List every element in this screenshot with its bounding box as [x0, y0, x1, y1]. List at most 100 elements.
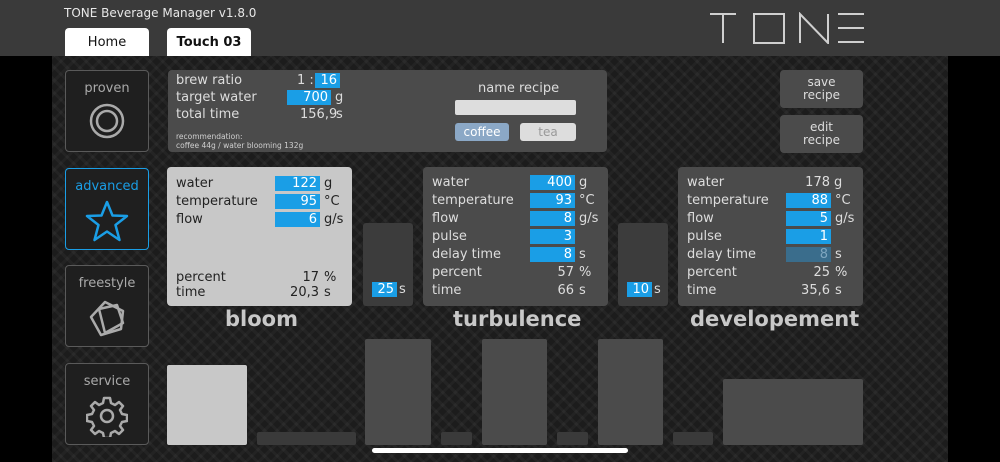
bloom-temp-input[interactable]: 95 [275, 194, 320, 209]
tea-toggle[interactable]: tea [520, 123, 576, 141]
development-profile-bar[interactable] [723, 379, 863, 445]
delay-column-1[interactable]: 25 s [363, 223, 413, 306]
turb-percent-label: percent [432, 265, 482, 280]
total-time-label: total time [176, 107, 240, 122]
dev-flow-input[interactable]: 5 [786, 211, 831, 226]
turbulence-panel[interactable]: water 400 g temperature 93 °C flow 8 g/s… [423, 167, 608, 306]
bloom-time-label: time [176, 285, 206, 300]
nav-freestyle[interactable]: freestyle [65, 265, 149, 347]
bloom-flow-input[interactable]: 6 [275, 212, 320, 227]
turb-water-label: water [432, 175, 470, 190]
brew-ratio-prefix: 1 : [297, 73, 314, 88]
dev-delay-input: 8 [786, 247, 831, 262]
bloom-percent-unit: % [324, 270, 337, 285]
dev-water-value: 178 [805, 175, 830, 190]
dev-flow-unit: g/s [835, 211, 855, 226]
turb-delay-input[interactable]: 8 [530, 247, 575, 262]
turbulence-delay-bar-2[interactable] [557, 432, 588, 445]
dev-pulse-label: pulse [687, 229, 722, 244]
bloom-temp-unit: °C [324, 194, 340, 209]
name-recipe-input[interactable] [455, 100, 576, 115]
target-water-input[interactable]: 700 [287, 90, 331, 105]
recommendation-detail: coffee 44g / water blooming 132g [176, 141, 304, 150]
tab-home[interactable]: Home [65, 28, 149, 56]
nav-proven-label: proven [84, 81, 130, 96]
turb-time-label: time [432, 283, 462, 298]
bloom-panel[interactable]: water 122 g temperature 95 °C flow 6 g/s… [167, 167, 352, 306]
nav-advanced[interactable]: advanced [65, 168, 149, 250]
cube-icon [89, 300, 125, 337]
turb-delay-unit: s [579, 247, 586, 262]
turb-flow-label: flow [432, 211, 459, 226]
home-indicator[interactable] [372, 448, 628, 453]
delay-2-unit: s [654, 282, 661, 297]
turb-flow-input[interactable]: 8 [530, 211, 575, 226]
brew-ratio-input[interactable]: 16 [315, 73, 340, 88]
dev-pulse-input[interactable]: 1 [786, 229, 831, 244]
turb-flow-unit: g/s [579, 211, 599, 226]
bloom-flow-label: flow [176, 212, 203, 227]
brew-ratio-label: brew ratio [176, 73, 243, 88]
bloom-flow-unit: g/s [324, 212, 344, 227]
dev-flow-label: flow [687, 211, 714, 226]
development-panel[interactable]: water 178 g temperature 88 °C flow 5 g/s… [678, 167, 863, 306]
delay-1-input[interactable]: 25 [372, 282, 397, 297]
turbulence-delay-bar-1[interactable] [441, 432, 472, 445]
save-recipe-button[interactable]: save recipe [780, 70, 863, 108]
bloom-time-value: 20,3 [290, 285, 319, 300]
nav-advanced-label: advanced [75, 179, 139, 194]
tone-logo [710, 12, 864, 44]
turbulence-pulse-bar-3[interactable] [598, 339, 663, 445]
delay-column-2[interactable]: 10 s [618, 223, 668, 306]
edit-recipe-button[interactable]: edit recipe [780, 115, 863, 153]
tab-touch-03[interactable]: Touch 03 [167, 28, 251, 56]
bloom-water-input[interactable]: 122 [275, 176, 320, 191]
turb-time-unit: s [579, 283, 586, 298]
bloom-temp-label: temperature [176, 194, 258, 209]
delay-1-unit: s [399, 282, 406, 297]
name-recipe-label: name recipe [478, 81, 560, 96]
dev-temp-input[interactable]: 88 [786, 193, 831, 208]
target-water-label: target water [176, 90, 257, 105]
turb-percent-unit: % [579, 265, 592, 280]
turb-water-input[interactable]: 400 [530, 175, 575, 190]
bloom-water-unit: g [324, 176, 333, 191]
recipe-settings-panel: brew ratio 1 : 16 target water 700 g tot… [168, 70, 607, 152]
turbulence-pulse-bar-2[interactable] [482, 339, 547, 445]
development-title: developement [690, 307, 860, 331]
nav-proven[interactable]: proven [65, 70, 149, 152]
dev-percent-value: 25 [813, 265, 830, 280]
dev-time-label: time [687, 283, 717, 298]
bloom-time-unit: s [324, 285, 331, 300]
gear-icon [86, 396, 128, 437]
dev-water-unit: g [834, 175, 843, 190]
total-time-unit: s [336, 107, 343, 122]
turb-temp-unit: °C [579, 193, 595, 208]
save-label-2: recipe [803, 88, 840, 102]
nav-service[interactable]: service [65, 363, 149, 445]
dev-time-unit: s [835, 283, 842, 298]
nav-service-label: service [83, 374, 131, 389]
delay-2-profile-bar[interactable] [673, 432, 713, 445]
edit-label-2: recipe [803, 133, 840, 147]
bloom-title: bloom [225, 307, 298, 331]
turb-water-unit: g [579, 175, 588, 190]
dev-time-value: 35,6 [801, 283, 830, 298]
turbulence-pulse-bar-1[interactable] [365, 339, 431, 445]
nav-freestyle-label: freestyle [78, 276, 136, 291]
bloom-water-label: water [176, 176, 214, 191]
dev-percent-unit: % [835, 265, 848, 280]
turb-delay-label: delay time [432, 247, 502, 262]
turb-pulse-label: pulse [432, 229, 467, 244]
dev-temp-unit: °C [835, 193, 851, 208]
bloom-profile-bar[interactable] [167, 365, 247, 445]
turb-temp-input[interactable]: 93 [530, 193, 575, 208]
dev-delay-unit: s [835, 247, 842, 262]
turb-pulse-input[interactable]: 3 [530, 229, 575, 244]
coffee-toggle[interactable]: coffee [455, 123, 509, 141]
target-water-unit: g [335, 90, 344, 105]
turb-temp-label: temperature [432, 193, 514, 208]
delay-2-input[interactable]: 10 [627, 282, 652, 297]
delay-1-profile-bar[interactable] [257, 432, 356, 445]
top-bar: TONE Beverage Manager v1.8.0 Home Touch … [0, 0, 1000, 56]
